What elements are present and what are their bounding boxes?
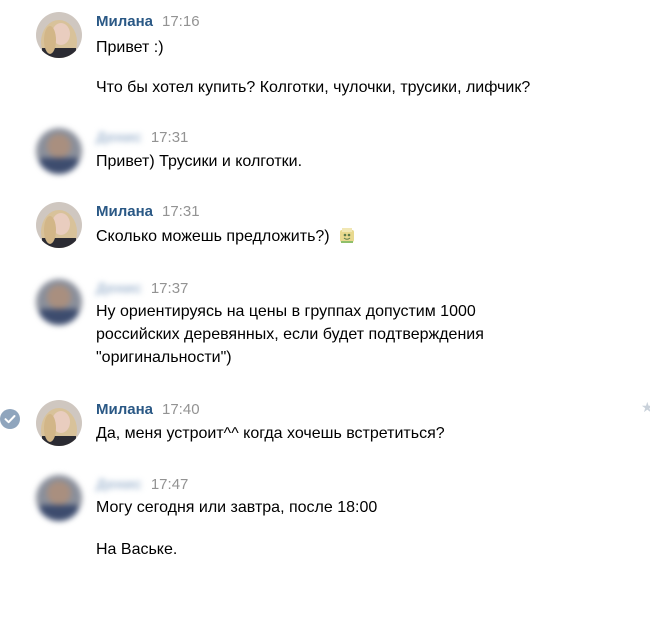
avatar-image (36, 202, 82, 248)
message-header: Милана 17:31 (96, 202, 200, 222)
author-name[interactable]: Денис (96, 475, 142, 495)
avatar-image (36, 400, 82, 446)
message-text: Да, меня устроит^^ когда хочешь встретит… (96, 425, 445, 442)
message-time[interactable]: 17:31 (151, 129, 189, 146)
avatar[interactable] (36, 202, 82, 248)
author-name[interactable]: Милана (96, 13, 153, 30)
avatar[interactable] (36, 400, 82, 446)
check-circle-icon[interactable] (0, 409, 20, 429)
message-header: Денис 17:31 (96, 128, 188, 148)
message-text: "оригинальности") (96, 349, 232, 366)
avatar[interactable] (36, 475, 82, 521)
message-text-row: Сколько можешь предложить?) (96, 226, 356, 248)
avatar[interactable] (36, 12, 82, 58)
avatar-image (36, 279, 82, 325)
message-text: Ну ориентируясь на цены в группах допуст… (96, 303, 476, 320)
message-text: Привет :) (96, 39, 164, 56)
avatar-image (36, 128, 82, 174)
message-header: Денис 17:47 (96, 475, 188, 495)
message-text: Сколько можешь предложить?) (96, 228, 330, 245)
avatar-image (36, 12, 82, 58)
message-time[interactable]: 17:37 (151, 280, 189, 297)
money-face-emoji-icon (338, 226, 356, 244)
author-name[interactable]: Денис (96, 279, 142, 299)
author-name[interactable]: Денис (96, 128, 142, 148)
message-time[interactable]: 17:40 (162, 401, 200, 418)
message-text: Что бы хотел купить? Колготки, чулочки, … (96, 79, 531, 96)
message-text: Привет) Трусики и колготки. (96, 153, 303, 170)
message-header: Денис 17:37 (96, 279, 188, 299)
chat-history: Милана 17:16 Привет :) Что бы хотел купит… (0, 0, 650, 620)
message-header: Милана 17:40 (96, 400, 200, 420)
message-header: Милана 17:16 (96, 12, 200, 32)
message-time[interactable]: 17:47 (151, 476, 189, 493)
message-text: На Ваське. (96, 541, 178, 558)
message-time[interactable]: 17:16 (162, 13, 200, 30)
message-text: российских деревянных, если будет подтве… (96, 326, 484, 343)
author-name[interactable]: Милана (96, 401, 153, 418)
message-time[interactable]: 17:31 (162, 203, 200, 220)
message-text: Могу сегодня или завтра, после 18:00 (96, 499, 378, 516)
avatar[interactable] (36, 128, 82, 174)
author-name[interactable]: Милана (96, 203, 153, 220)
avatar-image (36, 475, 82, 521)
avatar[interactable] (36, 279, 82, 325)
star-icon[interactable]: ★ (641, 400, 650, 414)
